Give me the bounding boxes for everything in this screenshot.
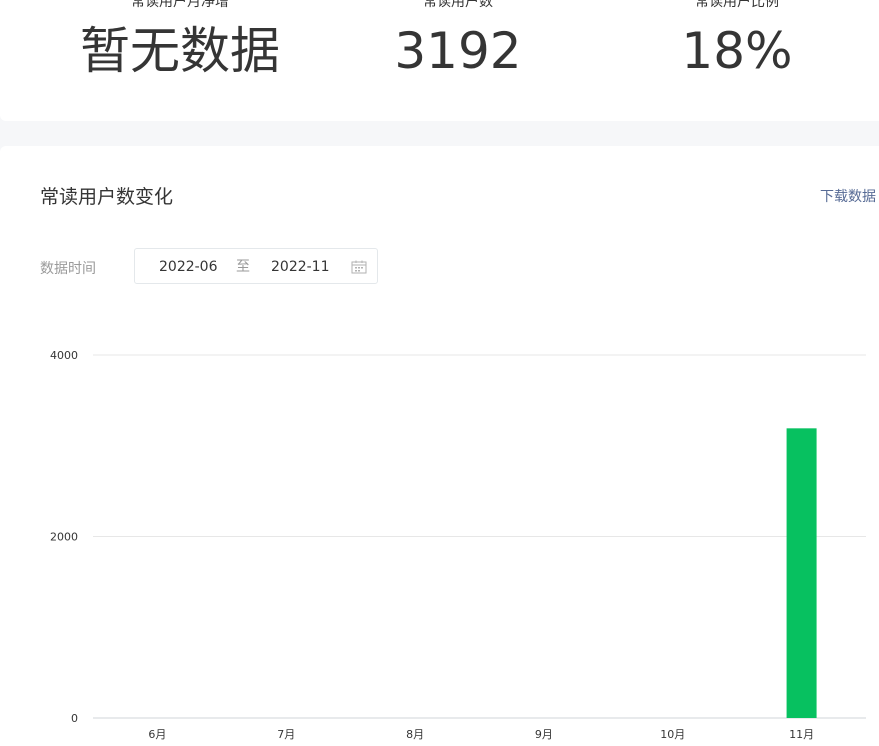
chart-bars <box>786 428 817 718</box>
chart-y-axis: 0 2000 4000 <box>50 349 78 725</box>
x-tick-label: 8月 <box>406 728 424 741</box>
x-tick-label: 11月 <box>789 728 814 741</box>
stats-card: 常读用户月净增 暂无数据 常读用户数 3192 常读用户比例 18% <box>0 0 879 121</box>
x-tick-label: 10月 <box>660 728 685 741</box>
trend-card: 常读用户数变化 下载数据 数据时间 2022-06 至 2022-11 0 200… <box>0 146 879 746</box>
stat-ratio-label: 常读用户比例 <box>695 0 779 10</box>
x-tick-label: 6月 <box>148 728 166 741</box>
y-tick-label: 2000 <box>50 531 78 544</box>
y-tick-label: 4000 <box>50 349 78 362</box>
x-tick-label: 9月 <box>535 728 553 741</box>
y-tick-label: 0 <box>71 712 78 725</box>
chart-gridlines <box>93 354 866 719</box>
stat-ratio-value: 18% <box>681 22 793 80</box>
chart-x-axis: 6月 7月 8月 9月 10月 11月 <box>148 728 814 741</box>
user-trend-chart: 0 2000 4000 6月 7月 8月 9月 10月 11月 <box>50 349 866 741</box>
x-tick-label: 7月 <box>277 728 295 741</box>
stat-users-value: 3192 <box>394 22 522 80</box>
stat-net-growth-value: 暂无数据 <box>80 22 280 80</box>
stat-users-label: 常读用户数 <box>423 0 493 10</box>
bar-6 <box>786 428 817 718</box>
stat-net-growth-label: 常读用户月净增 <box>131 0 229 10</box>
